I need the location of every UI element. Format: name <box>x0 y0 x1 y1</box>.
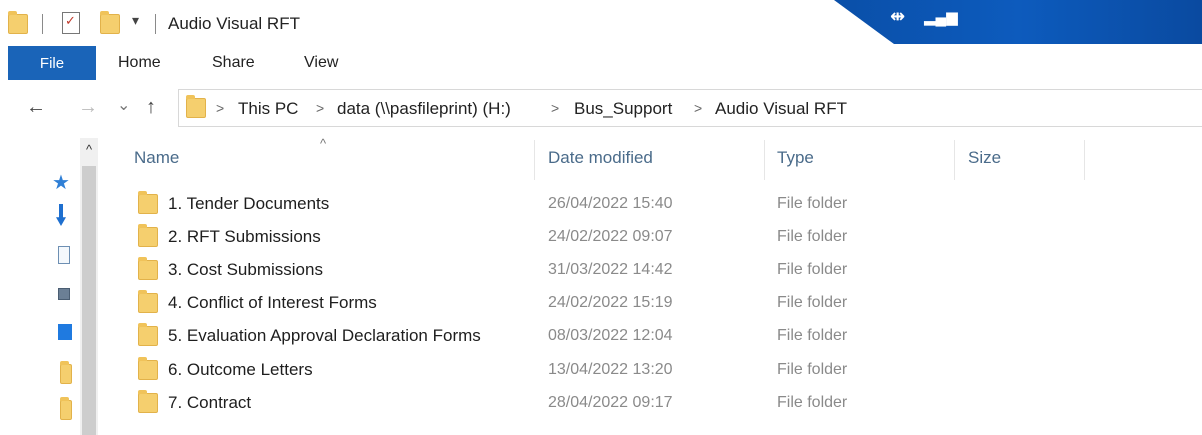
folder-icon <box>138 290 158 313</box>
breadcrumb-separator[interactable]: > <box>216 100 224 116</box>
column-divider[interactable] <box>534 140 535 180</box>
folder-icon <box>138 191 158 214</box>
tab-view[interactable]: View <box>304 54 338 72</box>
file-date-modified: 31/03/2022 14:42 <box>548 261 673 278</box>
file-type: File folder <box>777 261 848 278</box>
tab-share[interactable]: Share <box>212 54 255 72</box>
breadcrumb-this-pc[interactable]: This PC <box>238 99 298 119</box>
address-bar[interactable] <box>178 89 1202 127</box>
folder-icon <box>138 390 158 413</box>
desktop-blue-icon[interactable] <box>58 324 72 340</box>
file-type: File folder <box>777 394 848 411</box>
file-name: 5. Evaluation Approval Declaration Forms <box>168 326 481 345</box>
file-name: 6. Outcome Letters <box>168 360 313 379</box>
up-arrow-icon[interactable]: ↑ <box>146 96 156 119</box>
file-date-modified: 08/03/2022 12:04 <box>548 327 673 344</box>
tab-file[interactable]: File <box>8 46 96 80</box>
breadcrumb-separator[interactable]: > <box>316 100 324 116</box>
scrollbar-thumb[interactable] <box>82 166 96 435</box>
properties-icon[interactable] <box>62 12 80 34</box>
file-name: 7. Contract <box>168 393 252 412</box>
folder-icon <box>138 323 158 346</box>
file-type: File folder <box>777 327 848 344</box>
file-name: 1. Tender Documents <box>168 194 330 213</box>
scroll-up-chevron-icon[interactable]: ^ <box>80 142 98 157</box>
file-date-modified: 26/04/2022 15:40 <box>548 195 673 212</box>
forward-arrow-icon[interactable]: → <box>78 96 98 119</box>
file-row[interactable]: 4. Conflict of Interest Forms 24/02/2022… <box>120 287 1200 320</box>
file-row[interactable]: 1. Tender Documents 26/04/2022 15:40 Fil… <box>120 188 1200 221</box>
column-divider[interactable] <box>954 140 955 180</box>
file-row[interactable]: 2. RFT Submissions 24/02/2022 09:07 File… <box>120 221 1200 254</box>
recent-locations-chevron-icon[interactable]: ⌄ <box>117 95 130 115</box>
folder-icon <box>138 224 158 247</box>
customize-toolbar-dropdown-icon[interactable]: ▾ <box>132 12 139 29</box>
window-title: Audio Visual RFT <box>168 14 300 33</box>
file-type: File folder <box>777 228 848 245</box>
toolbar-divider <box>42 14 43 34</box>
column-header-size[interactable]: Size <box>968 148 1001 168</box>
folder-icon <box>138 357 158 380</box>
file-row[interactable]: 6. Outcome Letters 13/04/2022 13:20 File… <box>120 354 1200 387</box>
breadcrumb-audio-visual-rft[interactable]: Audio Visual RFT <box>715 99 847 119</box>
folder-icon[interactable] <box>60 361 72 384</box>
column-divider[interactable] <box>1084 140 1085 180</box>
column-header-date-modified[interactable]: Date modified <box>548 148 653 168</box>
file-date-modified: 13/04/2022 13:20 <box>548 361 673 378</box>
file-row[interactable]: 3. Cost Submissions 31/03/2022 14:42 Fil… <box>120 254 1200 287</box>
signal-strength-icon: ▂▄▆ <box>924 9 958 26</box>
document-icon[interactable] <box>58 246 70 264</box>
back-arrow-icon[interactable]: ← <box>26 96 46 119</box>
file-name: 2. RFT Submissions <box>168 227 321 246</box>
breadcrumb-bus-support[interactable]: Bus_Support <box>574 99 672 119</box>
ribbon-tab-bar <box>0 46 1202 82</box>
file-date-modified: 28/04/2022 09:17 <box>548 394 673 411</box>
downloads-arrow-icon[interactable] <box>56 204 66 226</box>
toolbar-divider <box>155 14 156 34</box>
column-header-name[interactable]: Name <box>134 148 179 168</box>
file-type: File folder <box>777 361 848 378</box>
breadcrumb-separator[interactable]: > <box>551 100 559 116</box>
column-divider[interactable] <box>764 140 765 180</box>
file-date-modified: 24/02/2022 15:19 <box>548 294 673 311</box>
sort-ascending-icon: ^ <box>320 136 327 151</box>
file-row[interactable]: 5. Evaluation Approval Declaration Forms… <box>120 320 1200 353</box>
file-name: 4. Conflict of Interest Forms <box>168 293 377 312</box>
quick-access-star-icon[interactable]: ★ <box>52 170 70 195</box>
file-type: File folder <box>777 195 848 212</box>
file-type: File folder <box>777 294 848 311</box>
folder-icon[interactable] <box>8 11 28 34</box>
column-header-type[interactable]: Type <box>777 148 814 168</box>
file-name: 3. Cost Submissions <box>168 260 323 279</box>
file-row[interactable]: 7. Contract 28/04/2022 09:17 File folder <box>120 387 1200 420</box>
new-folder-icon[interactable] <box>100 11 120 34</box>
file-date-modified: 24/02/2022 09:07 <box>548 228 673 245</box>
folder-icon <box>138 257 158 280</box>
folder-icon <box>186 95 206 118</box>
pictures-icon[interactable] <box>58 288 70 300</box>
tab-home[interactable]: Home <box>118 54 161 72</box>
title-bar: ▾ Audio Visual RFT ⇹ ▂▄▆ <box>0 0 1202 44</box>
pin-icon[interactable]: ⇹ <box>890 6 905 27</box>
folder-icon[interactable] <box>60 397 72 420</box>
breadcrumb-separator[interactable]: > <box>694 100 702 116</box>
breadcrumb-data-drive[interactable]: data (\\pasfileprint) (H:) <box>337 99 511 119</box>
